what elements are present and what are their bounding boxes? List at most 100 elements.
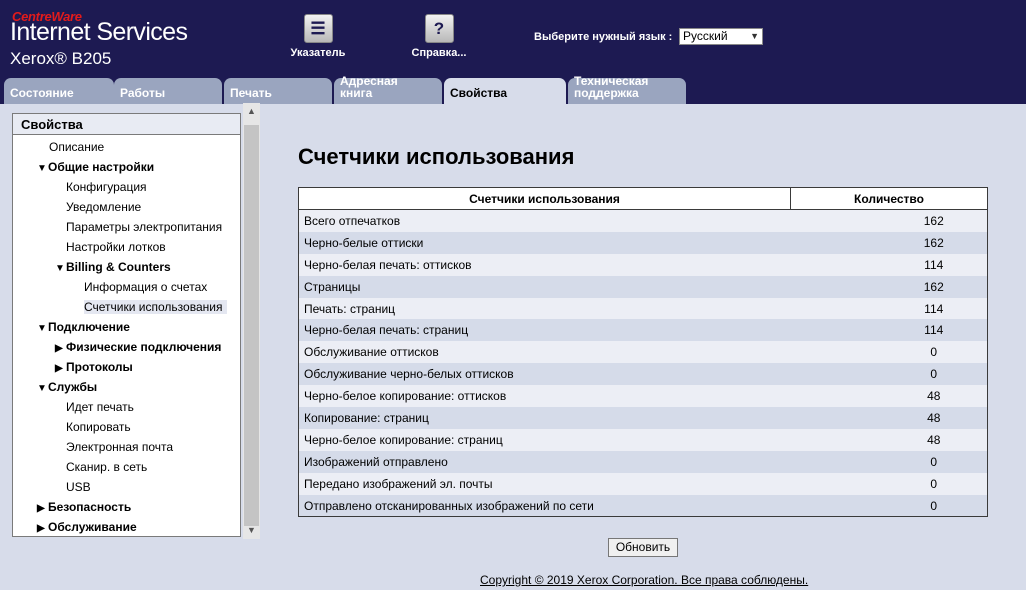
printer-model: Xerox® B205 bbox=[10, 49, 112, 68]
sidebar-scrollbar[interactable]: ▲ ▼ bbox=[243, 103, 260, 539]
sidebar-item-general-setup[interactable]: ▼Общие настройки bbox=[37, 160, 154, 174]
sidebar-item-label: Параметры электропитания bbox=[66, 220, 223, 234]
language-select[interactable]: Русский ▼ bbox=[679, 28, 763, 45]
scroll-up-icon[interactable]: ▲ bbox=[243, 103, 260, 120]
help-button[interactable]: ? Справка... bbox=[389, 14, 489, 59]
sidebar-item-connectivity[interactable]: ▼Подключение bbox=[37, 320, 130, 334]
counter-name: Изображений отправлено bbox=[298, 450, 791, 473]
counter-value: 0 bbox=[790, 341, 988, 364]
counter-value: 48 bbox=[790, 428, 988, 451]
tab-label: Состояние bbox=[10, 86, 74, 100]
scrollbar-thumb[interactable] bbox=[244, 125, 259, 526]
counter-value: 114 bbox=[790, 319, 988, 342]
sidebar-item-label: Счетчики использования bbox=[84, 300, 223, 314]
counter-value: 114 bbox=[790, 253, 988, 276]
sidebar-item-label: Протоколы bbox=[66, 360, 133, 374]
column-header-quantity: Количество bbox=[790, 187, 988, 210]
table-row: Копирование: страниц 48 bbox=[298, 407, 988, 429]
sidebar-item-tray-settings[interactable]: Настройки лотков bbox=[66, 240, 166, 254]
counter-name: Черно-белое копирование: страниц bbox=[298, 428, 791, 451]
counter-value: 48 bbox=[790, 385, 988, 408]
counter-name: Черно-белая печать: страниц bbox=[298, 319, 791, 342]
sidebar-item-usb[interactable]: USB bbox=[66, 480, 91, 494]
brand-internet-services: Internet Services bbox=[10, 18, 188, 46]
counter-name: Копирование: страниц bbox=[298, 407, 791, 429]
counter-value: 48 bbox=[790, 407, 988, 429]
sidebar-item-email[interactable]: Электронная почта bbox=[66, 440, 173, 454]
table-row: Обслуживание оттисков 0 bbox=[298, 341, 988, 364]
counter-value: 0 bbox=[790, 450, 988, 473]
sidebar-item-description[interactable]: Описание bbox=[49, 140, 104, 154]
table-row: Печать: страниц 114 bbox=[298, 297, 988, 320]
triangle-down-icon: ▼ bbox=[37, 323, 47, 334]
tab-status[interactable]: Состояние bbox=[4, 78, 114, 104]
sidebar: Свойства Описание ▼Общие настройки Конфи… bbox=[12, 113, 241, 537]
tab-print[interactable]: Печать bbox=[224, 78, 332, 104]
sidebar-item-label: Billing & Counters bbox=[66, 260, 171, 274]
counter-value: 162 bbox=[790, 275, 988, 298]
tab-address-book[interactable]: Адресная книга bbox=[334, 74, 442, 104]
counter-name: Черно-белые оттиски bbox=[298, 231, 791, 254]
language-label: Выберите нужный язык : bbox=[534, 31, 673, 43]
sidebar-item-label: Общие настройки bbox=[48, 160, 155, 174]
sidebar-item-services[interactable]: ▼Службы bbox=[37, 380, 97, 394]
sidebar-item-label: Информация о счетах bbox=[84, 280, 208, 294]
counter-name: Печать: страниц bbox=[298, 297, 791, 320]
tab-label: Техническая поддержка bbox=[574, 74, 649, 100]
scroll-down-icon[interactable]: ▼ bbox=[243, 522, 260, 539]
triangle-down-icon: ▼ bbox=[37, 163, 47, 174]
counter-value: 0 bbox=[790, 472, 988, 495]
header-bar: CentreWare Internet Services Xerox® B205… bbox=[0, 0, 1026, 104]
page-title: Счетчики использования bbox=[298, 144, 575, 169]
sidebar-item-configuration[interactable]: Конфигурация bbox=[66, 180, 147, 194]
sidebar-item-physical-connections[interactable]: ▶ Физические подключения bbox=[55, 340, 221, 354]
sidebar-item-billing-info[interactable]: Информация о счетах bbox=[84, 280, 207, 294]
sidebar-item-security[interactable]: ▶ Безопасность bbox=[37, 500, 131, 514]
sidebar-item-copy[interactable]: Копировать bbox=[66, 420, 131, 434]
sidebar-item-printing[interactable]: Идет печать bbox=[66, 400, 134, 414]
triangle-down-icon: ▼ bbox=[37, 383, 47, 394]
sidebar-item-label: USB bbox=[66, 480, 91, 494]
sidebar-item-maintenance[interactable]: ▶ Обслуживание bbox=[37, 520, 137, 534]
sidebar-item-usage-counters[interactable]: Счетчики использования bbox=[84, 300, 228, 314]
sidebar-item-protocols[interactable]: ▶ Протоколы bbox=[55, 360, 133, 374]
sidebar-item-label: Уведомление bbox=[66, 200, 142, 214]
triangle-right-icon: ▶ bbox=[55, 343, 63, 354]
sidebar-item-billing-counters[interactable]: ▼Billing & Counters bbox=[55, 260, 171, 274]
table-row: Черно-белые оттиски 162 bbox=[298, 231, 988, 254]
sidebar-item-label: Электронная почта bbox=[66, 440, 174, 454]
counter-name: Передано изображений эл. почты bbox=[298, 472, 791, 495]
counter-name: Обслуживание оттисков bbox=[298, 341, 791, 364]
sidebar-item-scan-to-network[interactable]: Сканир. в сеть bbox=[66, 460, 147, 474]
counter-name: Страницы bbox=[298, 275, 791, 298]
counter-value: 0 bbox=[790, 494, 988, 517]
counter-name: Отправлено отсканированных изображений п… bbox=[298, 494, 791, 517]
tab-properties[interactable]: Свойства bbox=[444, 78, 566, 104]
sidebar-item-notification[interactable]: Уведомление bbox=[66, 200, 141, 214]
table-row: Отправлено отсканированных изображений п… bbox=[298, 494, 988, 517]
counter-value: 162 bbox=[790, 231, 988, 254]
sidebar-item-label: Безопасность bbox=[48, 500, 132, 514]
tab-technical-support[interactable]: Техническая поддержка bbox=[568, 74, 686, 104]
triangle-down-icon: ▼ bbox=[55, 263, 65, 274]
counter-name: Обслуживание черно-белых оттисков bbox=[298, 363, 791, 386]
sidebar-item-power-settings[interactable]: Параметры электропитания bbox=[66, 220, 222, 234]
help-button-label: Справка... bbox=[411, 47, 467, 59]
copyright-link[interactable]: Copyright © 2019 Xerox Corporation. Все … bbox=[480, 573, 808, 587]
table-row: Всего отпечатков 162 bbox=[298, 209, 988, 232]
triangle-right-icon: ▶ bbox=[37, 523, 45, 534]
index-button-label: Указатель bbox=[290, 47, 346, 59]
tab-label: Адресная книга bbox=[340, 74, 398, 100]
counter-name: Черно-белая печать: оттисков bbox=[298, 253, 791, 276]
tab-label: Свойства bbox=[450, 86, 508, 100]
tab-label: Печать bbox=[230, 86, 272, 100]
table-row: Изображений отправлено 0 bbox=[298, 450, 988, 473]
tab-label: Работы bbox=[120, 86, 166, 100]
counter-value: 162 bbox=[790, 209, 988, 232]
index-list-icon: ☰ bbox=[303, 14, 333, 43]
index-button[interactable]: ☰ Указатель bbox=[268, 14, 368, 59]
refresh-button[interactable]: Обновить bbox=[608, 538, 678, 557]
table-row: Обслуживание черно-белых оттисков 0 bbox=[298, 363, 988, 386]
tab-jobs[interactable]: Работы bbox=[114, 78, 222, 104]
sidebar-item-label: Конфигурация bbox=[66, 180, 147, 194]
